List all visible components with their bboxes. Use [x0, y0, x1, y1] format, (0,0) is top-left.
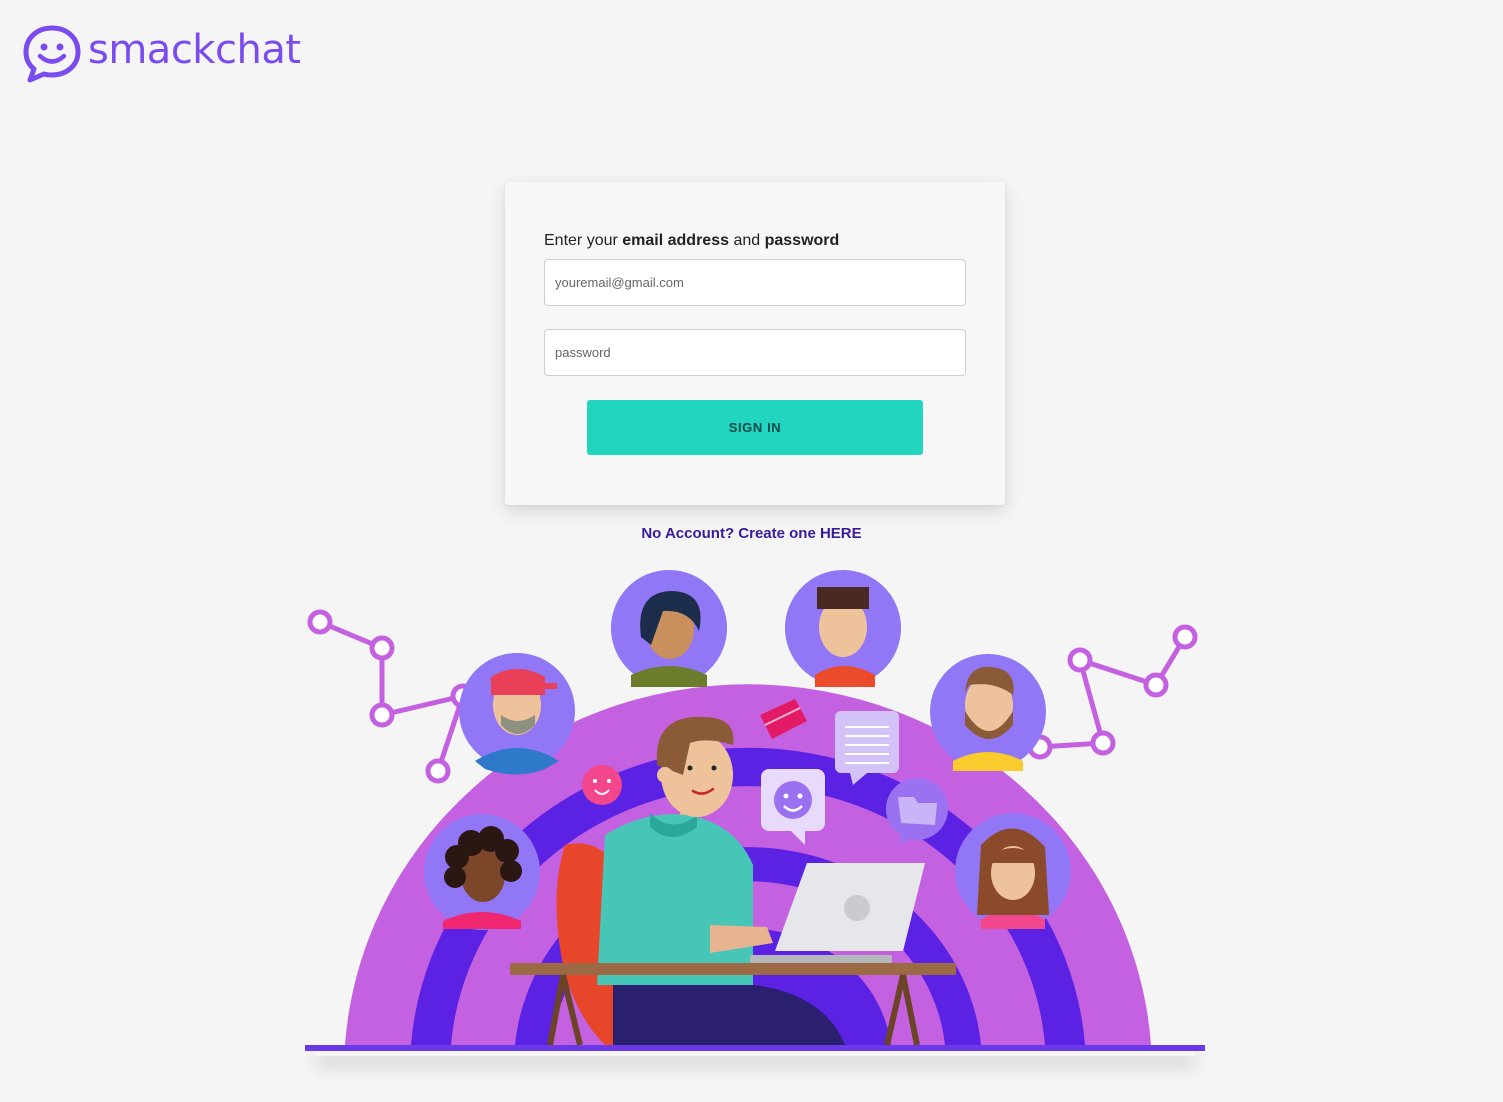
- prompt-password: password: [764, 232, 840, 249]
- hero-illustration: [305, 565, 1205, 1051]
- login-card: Enter your email address and password SI…: [505, 182, 1005, 505]
- avatar: [424, 814, 540, 930]
- emoji-icon: [582, 765, 622, 805]
- smackchat-logo-icon: [23, 25, 81, 83]
- prompt-email: email address: [622, 232, 729, 249]
- prompt-and: and: [733, 232, 761, 249]
- sign-in-button[interactable]: SIGN IN: [587, 400, 923, 455]
- brand-logo[interactable]: smackchat: [22, 24, 301, 84]
- email-field[interactable]: [544, 259, 966, 306]
- password-field[interactable]: [544, 329, 966, 376]
- prompt-prefix: Enter your: [544, 232, 618, 249]
- create-account-link[interactable]: No Account? Create one HERE: [0, 525, 1503, 542]
- login-prompt: Enter your email address and password: [544, 232, 839, 250]
- avatar: [955, 813, 1071, 929]
- brand-name: smackchat: [88, 27, 301, 73]
